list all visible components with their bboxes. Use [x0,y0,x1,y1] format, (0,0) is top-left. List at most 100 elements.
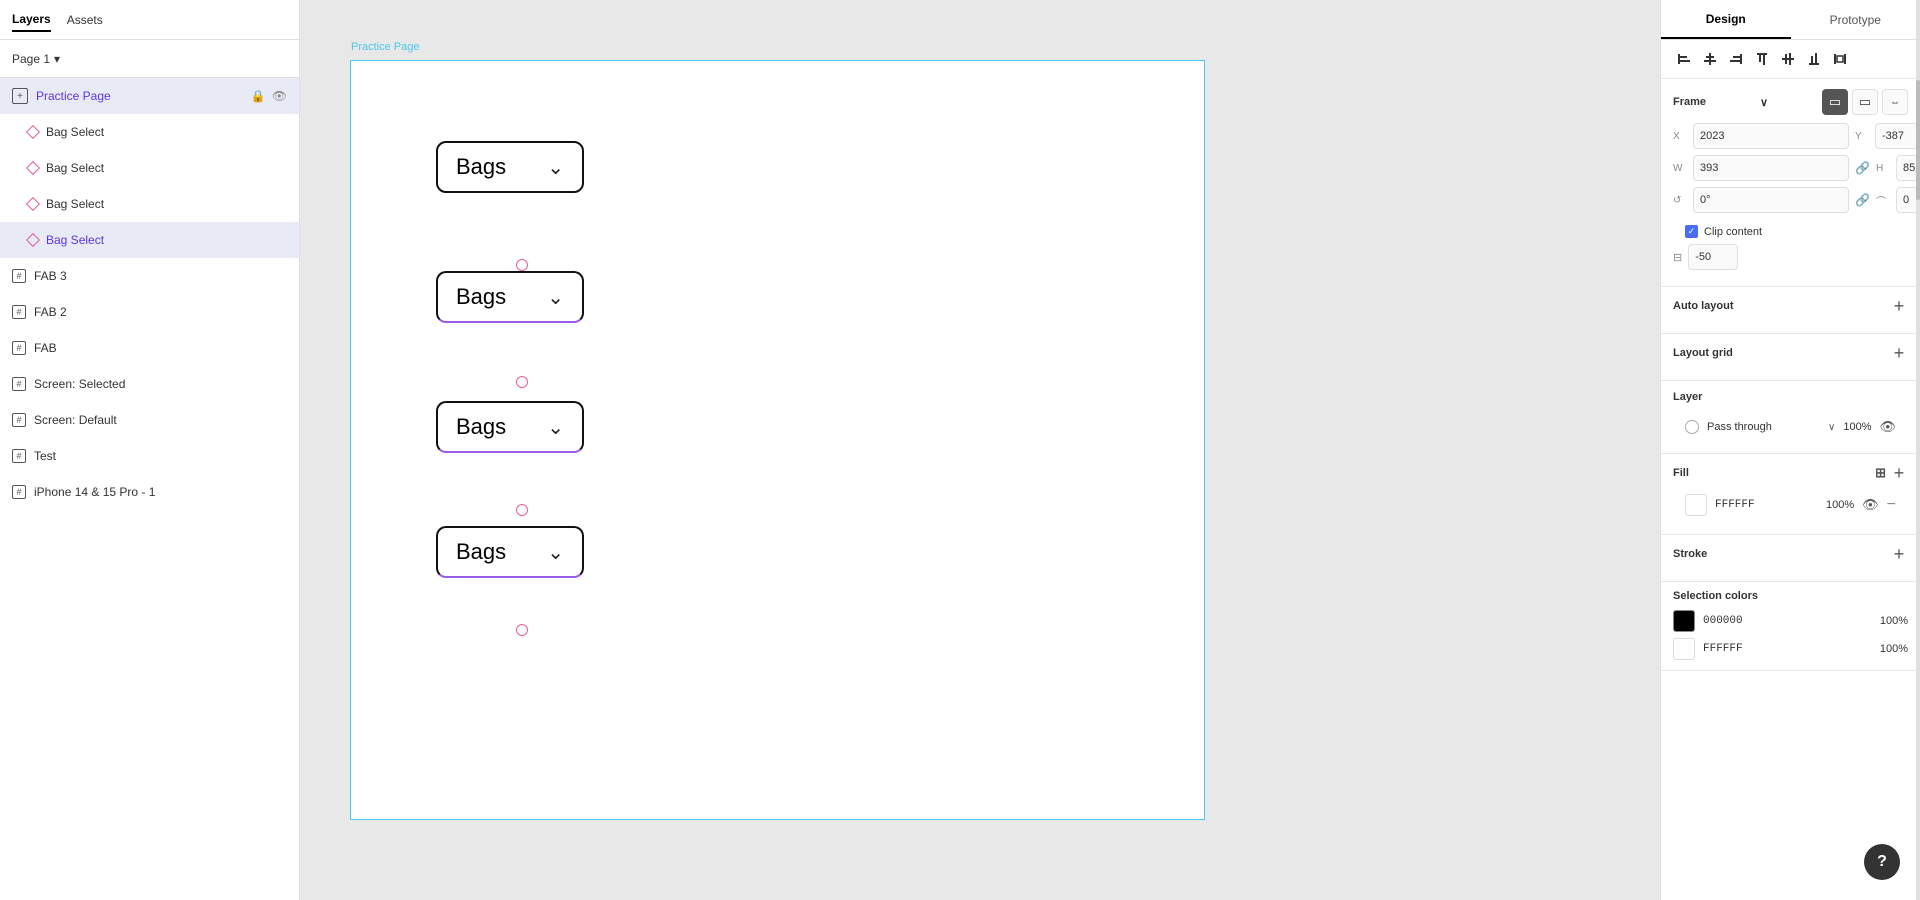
frame-portrait-button[interactable]: ▭ [1822,89,1848,115]
help-button[interactable]: ? [1864,844,1900,880]
blend-mode-select[interactable]: Pass through [1707,421,1820,433]
w-input[interactable] [1693,155,1849,181]
auto-layout-header: Auto layout + [1673,297,1908,315]
chevron-icon-4: ⌄ [547,540,564,565]
stroke-section: Stroke + [1661,535,1920,582]
sel-color-hex-2[interactable]: FFFFFF [1703,643,1865,655]
page-selector[interactable]: Page 1 ▾ [0,40,299,78]
sel-color-hex-1[interactable]: 000000 [1703,615,1865,627]
frame-type-buttons: ▭ ▭ ⇔ [1822,89,1908,115]
distribute-button[interactable] [1829,48,1851,70]
align-right-button[interactable] [1725,48,1747,70]
y-label: Y [1855,131,1869,142]
fill-opacity-value[interactable]: 100% [1819,499,1854,511]
fill-visibility-icon[interactable]: 👁 [1862,497,1879,513]
auto-layout-add-button[interactable]: + [1890,297,1908,315]
page-chevron-icon: ▾ [54,52,60,66]
clip-content-checkbox[interactable]: ✓ [1685,225,1698,238]
align-bottom-button[interactable] [1803,48,1825,70]
fill-remove-icon[interactable]: − [1887,496,1896,514]
rotation-label: ↺ [1673,195,1687,206]
layer-bag-select-2[interactable]: Bag Select [0,150,299,186]
layer-label-bag-select-4: Bag Select [46,233,287,247]
layer-practice-page[interactable]: + Practice Page 🔒 👁 [0,78,299,114]
layer-iphone[interactable]: # iPhone 14 & 15 Pro - 1 [0,474,299,510]
sel-color-swatch-2[interactable] [1673,638,1695,660]
layer-bag-select-1[interactable]: Bag Select [0,114,299,150]
fill-color-swatch[interactable] [1685,494,1707,516]
align-center-h-button[interactable] [1699,48,1721,70]
layer-screen-default[interactable]: # Screen: Default [0,402,299,438]
layer-test[interactable]: # Test [0,438,299,474]
frame-icon: # [12,341,26,355]
tab-design[interactable]: Design [1661,0,1791,39]
tab-prototype[interactable]: Prototype [1791,0,1920,39]
sel-color-opacity-1: 100% [1873,615,1908,627]
rotation-input[interactable] [1693,187,1849,213]
fill-row: FFFFFF 100% 👁 − [1673,490,1908,524]
layer-section-label: Layer [1673,391,1702,403]
layer-label-bag-select-1: Bag Select [46,125,287,139]
tab-assets[interactable]: Assets [67,9,103,31]
fill-label: Fill [1673,467,1689,479]
layer-visibility-icon[interactable]: 👁 [1879,419,1896,435]
align-top-button[interactable] [1751,48,1773,70]
bags-label-4: Bags [456,539,506,565]
stroke-add-button[interactable]: + [1890,545,1908,563]
sel-color-row-2: FFFFFF 100% [1673,638,1908,660]
layer-label-test: Test [34,449,287,463]
frame-icon: # [12,269,26,283]
canvas-frame: Practice Page Bags ⌄ Bags ⌄ Bags ⌄ Bags … [350,60,1205,820]
align-left-button[interactable] [1673,48,1695,70]
fill-color-value[interactable]: FFFFFF [1715,499,1811,511]
page-name: Page 1 [12,52,50,66]
bags-button-4[interactable]: Bags ⌄ [436,526,584,578]
bags-button-2[interactable]: Bags ⌄ [436,271,584,323]
xy-row: X Y [1673,123,1908,149]
layer-bag-select-4[interactable]: Bag Select [0,222,299,258]
tab-layers[interactable]: Layers [12,8,51,32]
layout-grid-label: Layout grid [1673,347,1733,359]
layer-fab2[interactable]: # FAB 2 [0,294,299,330]
component-icon [26,161,40,175]
rotation-corner-row: ↺ 🔗 ⌒ 🔗 [1673,187,1908,213]
prototype-connector-3 [516,504,528,516]
fill-add-button[interactable]: + [1890,464,1908,482]
layer-label-fab3: FAB 3 [34,269,287,283]
bags-button-3[interactable]: Bags ⌄ [436,401,584,453]
fill-grid-icon[interactable]: ⊞ [1875,465,1886,481]
layer-label-fab: FAB [34,341,287,355]
layer-label-bag-select-2: Bag Select [46,161,287,175]
bags-button-1[interactable]: Bags ⌄ [436,141,584,193]
layer-fab[interactable]: # FAB [0,330,299,366]
bags-label-1: Bags [456,154,506,180]
layout-grid-header: Layout grid + [1673,344,1908,362]
blend-mode-icon [1685,420,1699,434]
layer-label-iphone: iPhone 14 & 15 Pro - 1 [34,485,287,499]
frame-landscape-button[interactable]: ▭ [1852,89,1878,115]
component-icon-selected [26,233,40,247]
clip-content-row: ✓ Clip content [1673,219,1908,244]
frame-icon: # [12,449,26,463]
align-center-v-button[interactable] [1777,48,1799,70]
y-input[interactable] [1875,123,1920,149]
frame-section: Frame ∨ ▭ ▭ ⇔ X Y W 🔗 H 🔗 ↺ 🔗 ⌒ [1661,79,1920,287]
canvas-area[interactable]: Practice Page Bags ⌄ Bags ⌄ Bags ⌄ Bags … [300,0,1660,900]
layer-bag-select-3[interactable]: Bag Select [0,186,299,222]
frame-expand-button[interactable]: ⇔ [1882,89,1908,115]
sel-color-swatch-1[interactable] [1673,610,1695,632]
chevron-icon-1: ⌄ [547,155,564,180]
layout-grid-add-button[interactable]: + [1890,344,1908,362]
frame-icon: + [12,88,28,104]
chevron-icon-2: ⌄ [547,285,564,310]
layer-actions: 🔒 👁 [251,89,287,103]
stroke-label: Stroke [1673,548,1707,560]
layer-fab3[interactable]: # FAB 3 [0,258,299,294]
layer-screen-selected[interactable]: # Screen: Selected [0,366,299,402]
frame-chevron: ∨ [1760,96,1768,109]
x-input[interactable] [1693,123,1849,149]
sel-color-row-1: 000000 100% [1673,610,1908,632]
lock-ratio-icon[interactable]: 🔗 [1855,161,1870,175]
scroll-thumb[interactable] [1916,80,1920,200]
autolayout-value-input[interactable] [1688,244,1738,270]
